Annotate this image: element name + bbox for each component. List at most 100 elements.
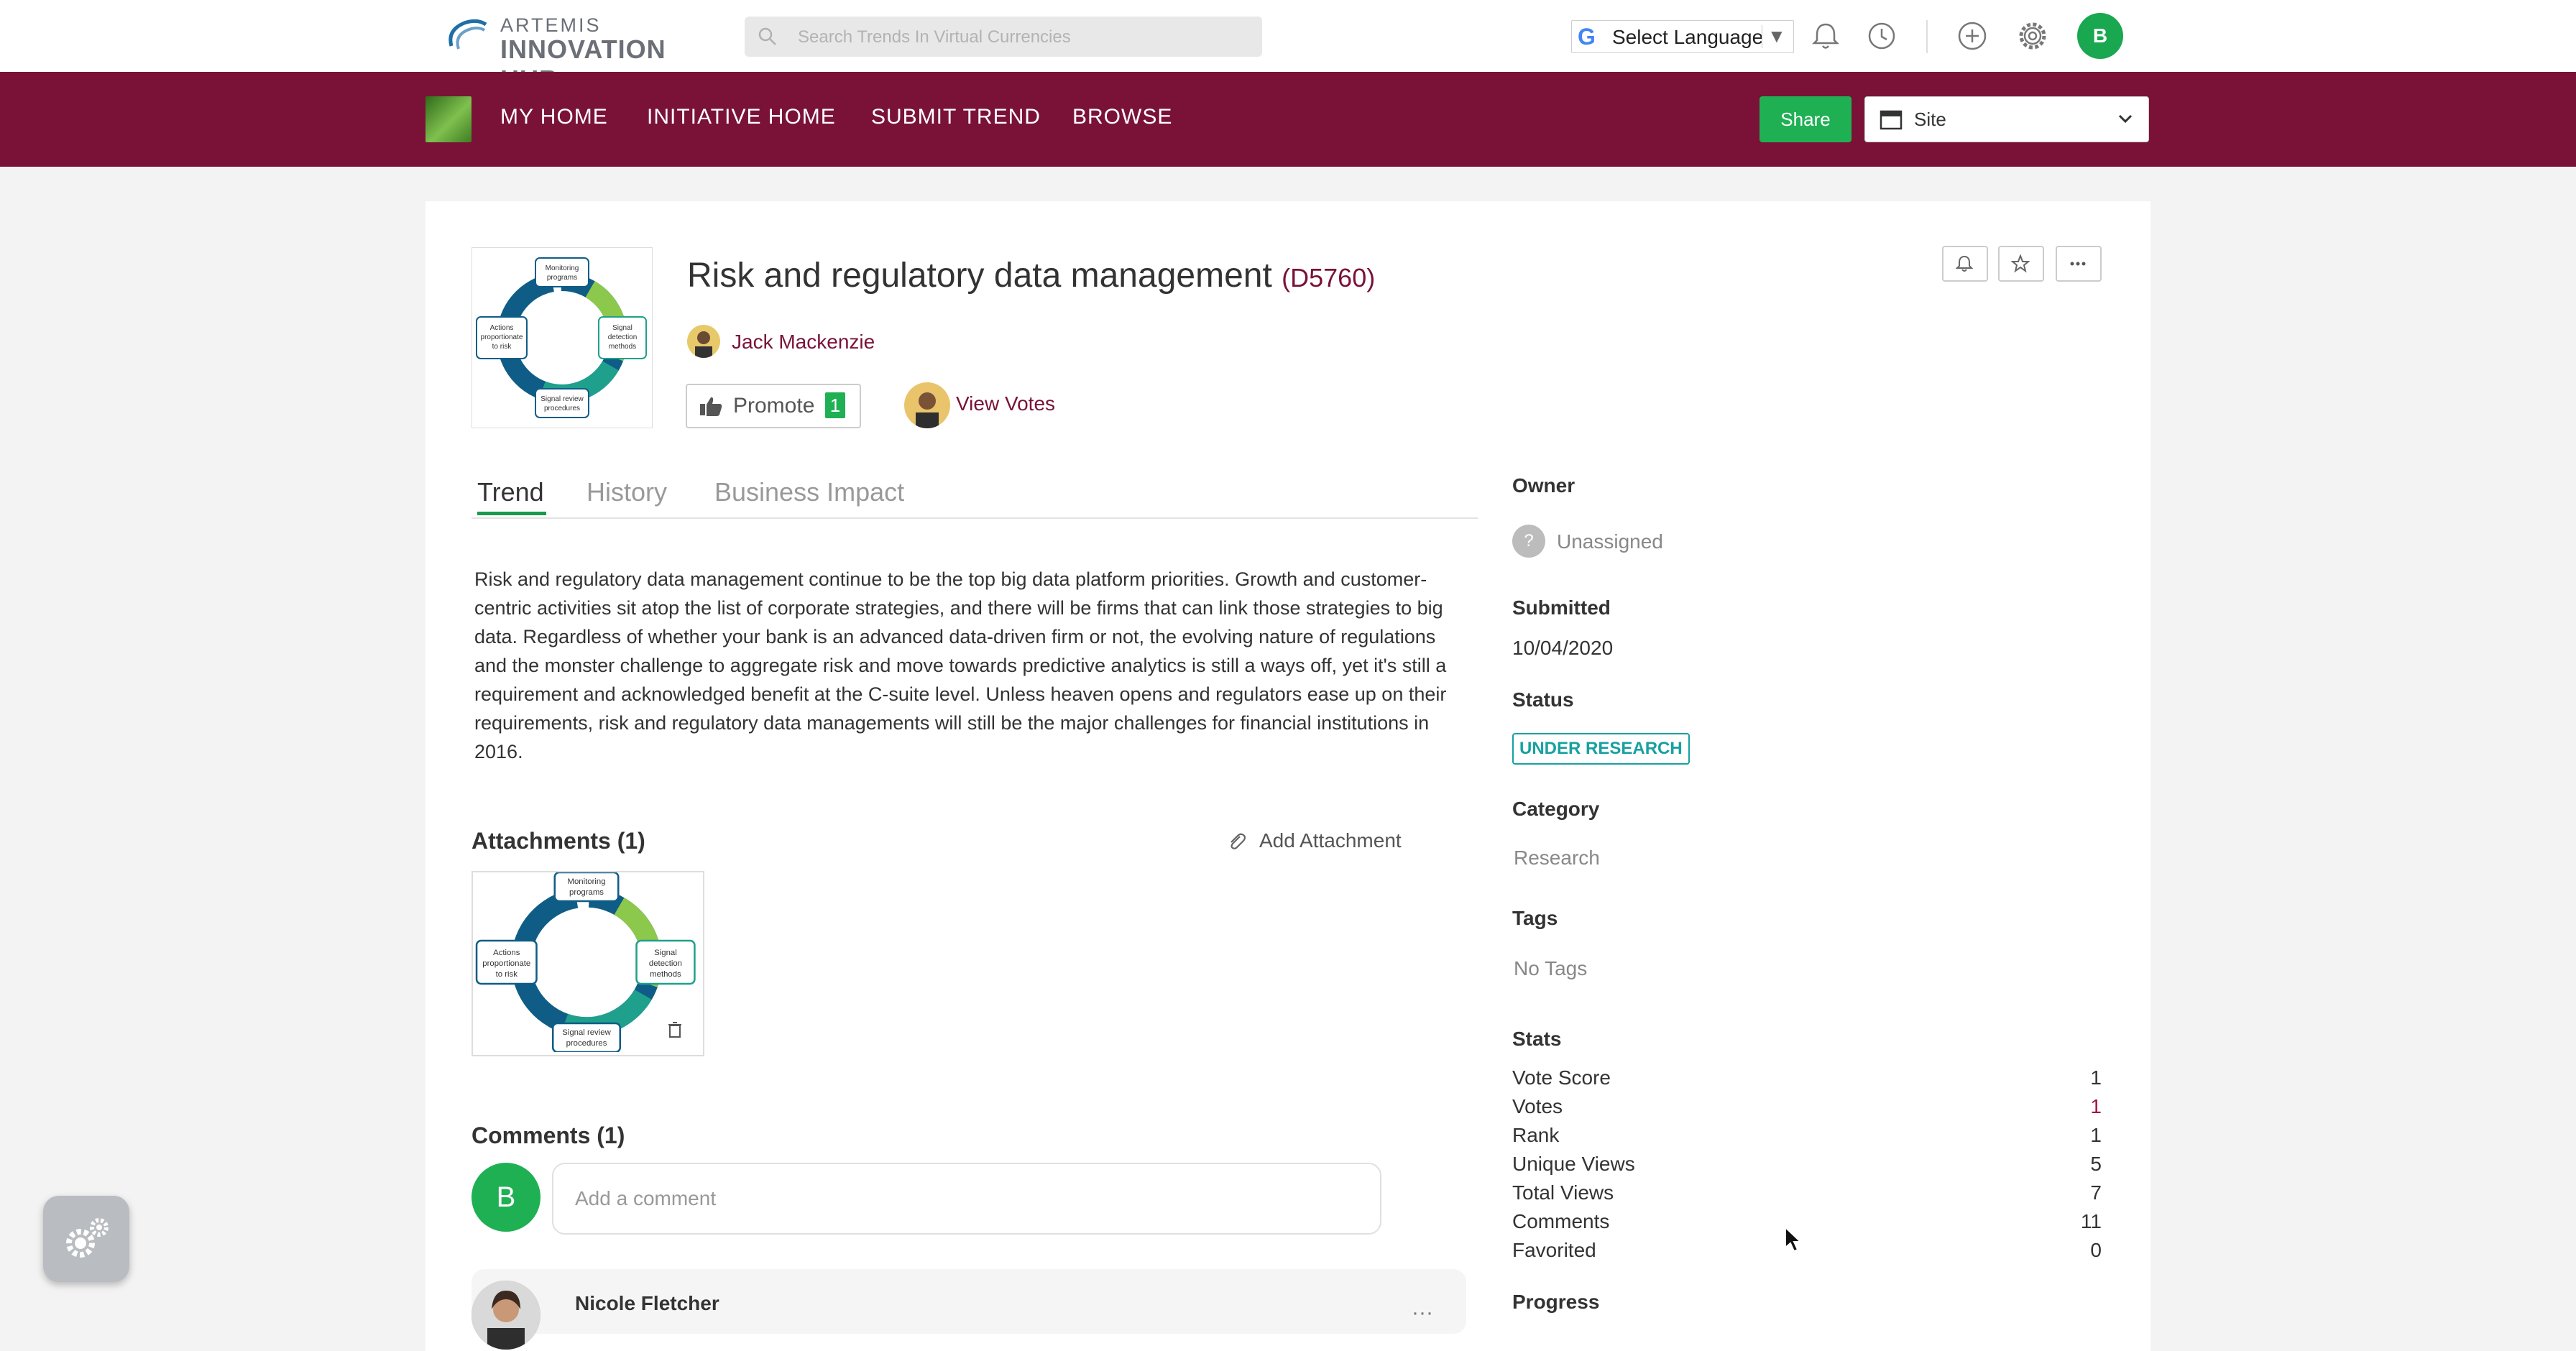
main-nav: MY HOME INITIATIVE HOME SUBMIT TREND BRO… (0, 72, 2576, 167)
promote-count: 1 (825, 392, 845, 418)
stat-key: Favorited (1512, 1239, 1596, 1261)
stats-label: Stats (1512, 1028, 1562, 1050)
language-label: Select Language (1612, 26, 1764, 48)
stat-value: 1 (2090, 1124, 2102, 1146)
top-bar: ARTEMIS INNOVATION HUB G Select Language… (0, 0, 2576, 94)
risk-cycle-diagram: Monitoring programs Signal detection met… (476, 257, 647, 418)
unknown-user-icon: ? (1512, 525, 1545, 558)
stat-unique-views: Unique Views 5 (1512, 1153, 2102, 1181)
notifications-bell-icon[interactable] (1806, 16, 1846, 56)
dropdown-arrow-icon: ▼ (1767, 25, 1786, 47)
tab-business-impact[interactable]: Business Impact (714, 477, 904, 507)
tab-history[interactable]: History (586, 477, 667, 507)
diagram-bottom-label-1: Signal review (540, 395, 584, 403)
tags-value: No Tags (1514, 957, 1588, 979)
commenter-avatar[interactable] (472, 1281, 540, 1350)
diagram-right-label-1: Signal (612, 324, 632, 332)
attachment-top-label-1: Monitoring (567, 877, 605, 886)
promote-button[interactable]: Promote 1 (686, 384, 861, 428)
attachment-bottom-label-1: Signal review (562, 1028, 611, 1037)
status-label: Status (1512, 688, 1574, 711)
diagram-top-label-2: programs (547, 274, 577, 282)
search-icon (758, 27, 776, 45)
stat-total-views: Total Views 7 (1512, 1181, 2102, 1210)
diagram-right-label-2: detection (608, 333, 638, 341)
comment-input[interactable]: Add a comment (552, 1163, 1381, 1235)
attachment-right-label-1: Signal (654, 949, 677, 957)
bell-icon (1955, 255, 1974, 272)
trend-code: (D5760) (1282, 263, 1376, 292)
history-clock-icon[interactable] (1862, 16, 1902, 56)
settings-gear-icon[interactable] (2012, 16, 2053, 56)
trend-tabs: Trend History Business Impact (472, 474, 1478, 519)
tab-trend[interactable]: Trend (477, 477, 544, 507)
user-avatar[interactable]: B (2077, 13, 2123, 59)
initiative-thumbnail[interactable] (426, 96, 472, 142)
promote-label: Promote (733, 394, 815, 418)
paperclip-icon (1230, 833, 1246, 849)
stat-rank: Rank 1 (1512, 1124, 2102, 1153)
site-selector-label: Site (1914, 109, 1946, 130)
diagram-bottom-label-2: procedures (544, 405, 580, 412)
view-votes-link[interactable]: View Votes (956, 392, 1055, 415)
stat-key: Comments (1512, 1210, 1610, 1232)
comment-more-icon[interactable]: ··· (1412, 1301, 1433, 1325)
stat-key: Vote Score (1512, 1066, 1611, 1089)
page-title: Risk and regulatory data management (D57… (687, 256, 1375, 295)
app-logo[interactable]: ARTEMIS INNOVATION HUB (444, 13, 707, 94)
nav-browse[interactable]: BROWSE (1072, 105, 1172, 129)
share-button[interactable]: Share (1760, 96, 1852, 142)
trend-image[interactable]: Monitoring programs Signal detection met… (472, 247, 653, 428)
stat-value: 5 (2090, 1153, 2102, 1175)
stat-key: Unique Views (1512, 1153, 1635, 1175)
star-icon (2011, 254, 2030, 273)
subscribe-button[interactable] (1942, 246, 1988, 282)
stat-value: 0 (2090, 1239, 2102, 1261)
add-attachment-label: Add Attachment (1259, 829, 1402, 852)
attachment-left-label-2: proportionate (482, 959, 530, 968)
add-plus-icon[interactable] (1952, 16, 1992, 56)
attachment-bottom-label-2: procedures (566, 1039, 607, 1048)
nav-initiative-home[interactable]: INITIATIVE HOME (647, 105, 836, 129)
stat-vote-score: Vote Score 1 (1512, 1066, 2102, 1095)
attachment-right-label-2: detection (649, 959, 682, 968)
search-box[interactable] (745, 17, 1262, 58)
logo-line1: ARTEMIS (500, 14, 602, 36)
attachment-left-label-1: Actions (493, 949, 520, 957)
author-avatar[interactable] (687, 325, 720, 358)
favorite-button[interactable] (1998, 246, 2044, 282)
search-input[interactable] (796, 17, 1245, 58)
attachment-top-label-2: programs (569, 888, 604, 897)
mouse-cursor-icon (1785, 1226, 1803, 1253)
admin-settings-fab[interactable] (43, 1196, 129, 1282)
attachment-left-label-3: to risk (496, 970, 518, 979)
diagram-right-label-3: methods (609, 343, 636, 351)
voter-avatar[interactable] (904, 382, 950, 428)
stat-key: Rank (1512, 1124, 1560, 1146)
attachment-right-label-3: methods (650, 970, 681, 979)
language-select[interactable]: G Select Language ▼ (1571, 20, 1794, 53)
author-link[interactable]: Jack Mackenzie (732, 331, 875, 354)
delete-trash-icon[interactable] (661, 1016, 689, 1043)
commenter-name[interactable]: Nicole Fletcher (575, 1292, 719, 1315)
gears-icon (66, 1218, 109, 1258)
stat-value-votes-link[interactable]: 1 (2090, 1095, 2102, 1118)
google-g-icon: G (1578, 24, 1596, 50)
ellipsis-icon (2070, 262, 2086, 266)
stat-favorited: Favorited 0 (1512, 1239, 2102, 1268)
stat-key: Votes (1512, 1095, 1563, 1117)
nav-submit-trend[interactable]: SUBMIT TREND (871, 105, 1041, 129)
owner-value: Unassigned (1557, 530, 1663, 553)
diagram-left-label-1: Actions (490, 324, 514, 332)
calendar-icon (1880, 110, 1903, 130)
more-options-button[interactable] (2056, 246, 2102, 282)
nav-my-home[interactable]: MY HOME (500, 105, 608, 129)
site-selector[interactable]: Site (1864, 96, 2149, 142)
owner-label: Owner (1512, 474, 1576, 497)
add-attachment-button[interactable]: Add Attachment (1230, 829, 1402, 852)
diagram-left-label-2: proportionate (481, 333, 523, 341)
current-user-avatar: B (472, 1163, 540, 1232)
status-badge: UNDER RESEARCH (1512, 733, 1690, 765)
stat-value: 7 (2090, 1181, 2102, 1204)
comments-heading: Comments (1) (472, 1122, 625, 1148)
